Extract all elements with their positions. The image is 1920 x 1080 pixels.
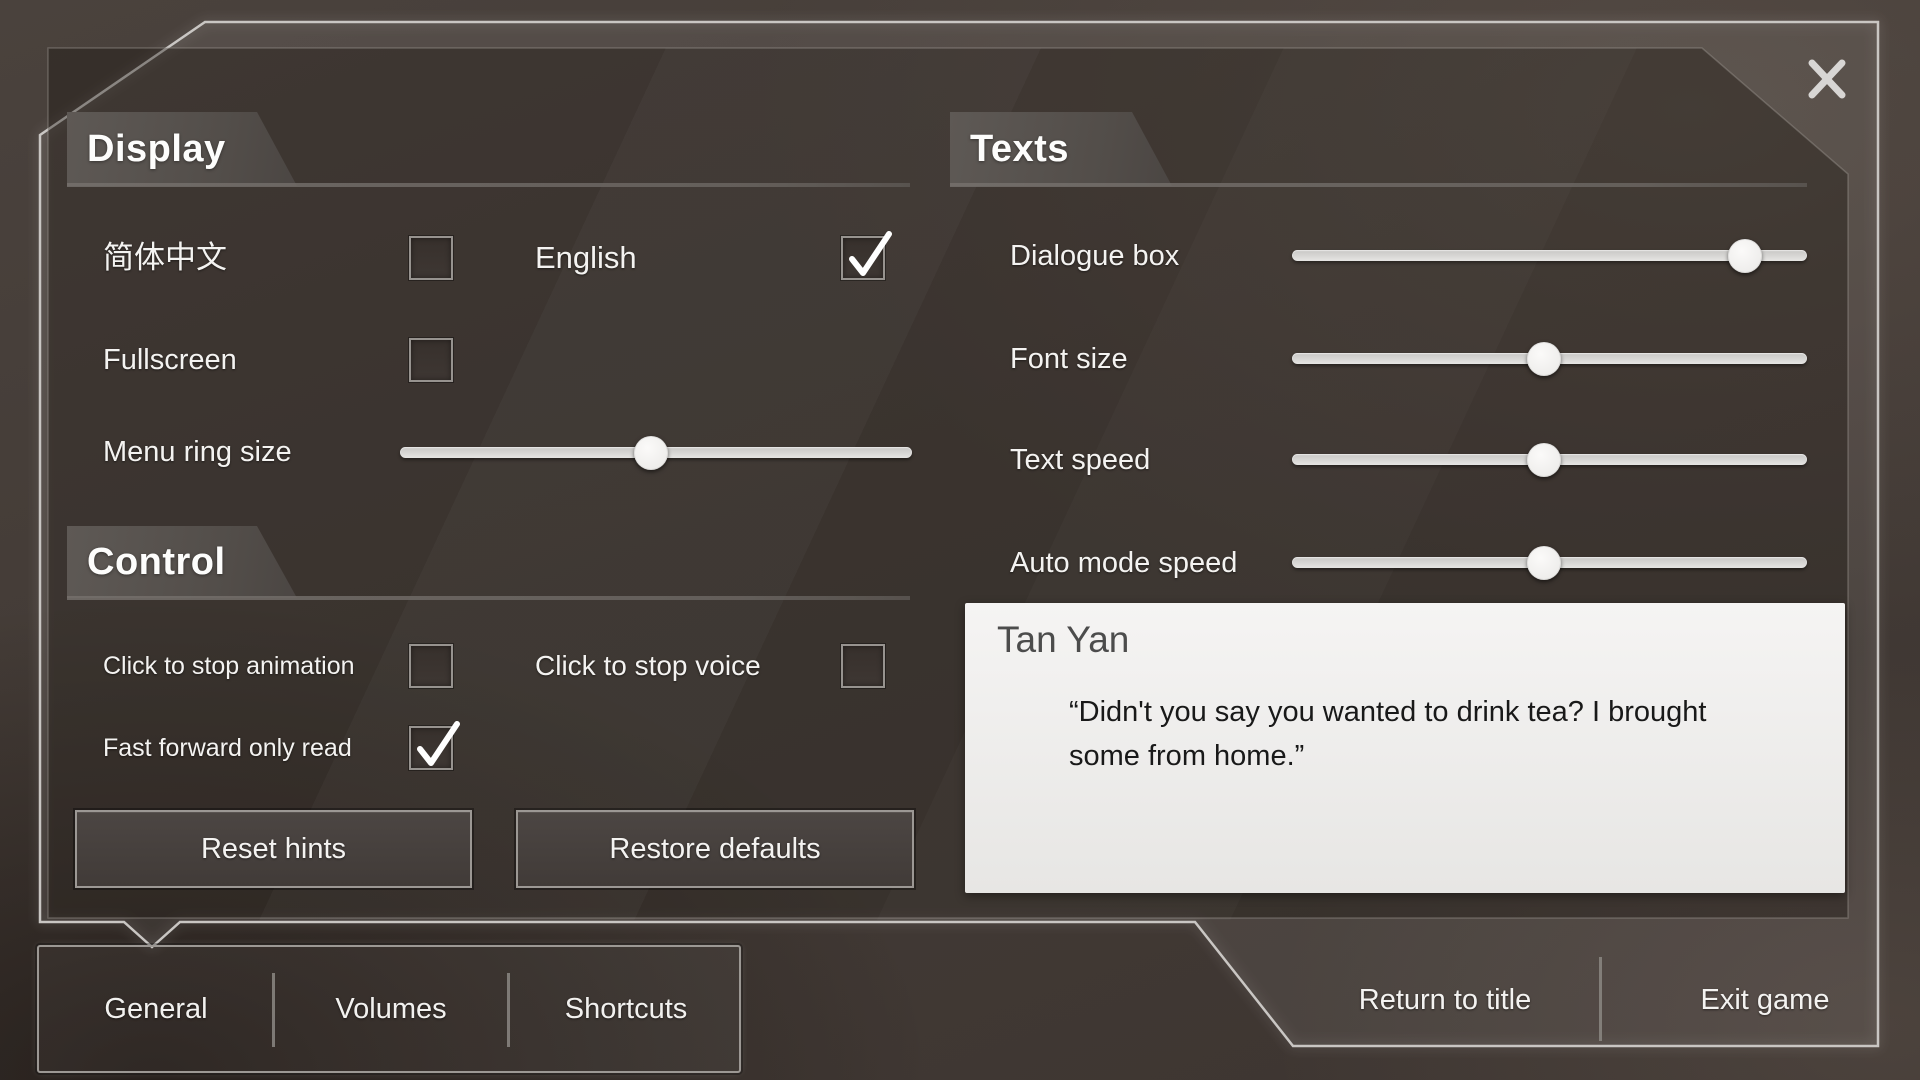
- tab-volumes[interactable]: Volumes: [274, 947, 508, 1071]
- settings-screen: Display 简体中文 English Fullscreen Menu rin…: [0, 0, 1920, 1080]
- return-to-title-button[interactable]: Return to title: [1295, 978, 1595, 1022]
- display-section-underline: [67, 183, 910, 187]
- close-icon: [1799, 52, 1855, 108]
- menu-ring-size-label: Menu ring size: [103, 430, 292, 474]
- check-icon: [843, 228, 897, 282]
- texts-section-underline: [950, 183, 1807, 187]
- dialogue-box-label: Dialogue box: [1010, 234, 1179, 278]
- settings-tab-bar: General Volumes Shortcuts: [37, 945, 741, 1073]
- fullscreen-label: Fullscreen: [103, 338, 237, 382]
- text-speed-label: Text speed: [1010, 438, 1150, 482]
- preview-dialogue-text: “Didn't you say you wanted to drink tea?…: [1069, 691, 1769, 778]
- footer-divider: [1599, 957, 1602, 1041]
- menu-ring-size-slider[interactable]: [400, 447, 912, 458]
- language-en-label: English: [535, 236, 637, 280]
- dialogue-preview-box: Tan Yan “Didn't you say you wanted to dr…: [965, 603, 1845, 893]
- font-size-slider-handle[interactable]: [1527, 342, 1561, 376]
- control-section-underline: [67, 596, 910, 600]
- text-speed-slider[interactable]: [1292, 454, 1807, 465]
- text-speed-slider-handle[interactable]: [1527, 443, 1561, 477]
- control-section-header: Control: [67, 526, 297, 598]
- stop-voice-checkbox[interactable]: [841, 644, 885, 688]
- fullscreen-checkbox[interactable]: [409, 338, 453, 382]
- restore-defaults-button[interactable]: Restore defaults: [516, 810, 914, 888]
- language-zh-label: 简体中文: [103, 236, 227, 280]
- display-section-header: Display: [67, 112, 297, 186]
- fast-forward-label: Fast forward only read: [103, 726, 352, 770]
- reset-hints-button[interactable]: Reset hints: [75, 810, 472, 888]
- language-en-checkbox[interactable]: [841, 236, 885, 280]
- stop-animation-checkbox[interactable]: [409, 644, 453, 688]
- exit-game-button[interactable]: Exit game: [1615, 978, 1915, 1022]
- auto-mode-speed-slider[interactable]: [1292, 557, 1807, 568]
- close-button[interactable]: [1799, 52, 1855, 108]
- preview-speaker-name: Tan Yan: [997, 619, 1129, 661]
- font-size-slider[interactable]: [1292, 353, 1807, 364]
- auto-mode-speed-label: Auto mode speed: [1010, 541, 1237, 585]
- auto-mode-speed-slider-handle[interactable]: [1527, 546, 1561, 580]
- fast-forward-checkbox[interactable]: [409, 726, 453, 770]
- stop-animation-label: Click to stop animation: [103, 644, 355, 688]
- tab-shortcuts[interactable]: Shortcuts: [509, 947, 743, 1071]
- dialogue-box-slider[interactable]: [1292, 250, 1807, 261]
- tab-general[interactable]: General: [39, 947, 273, 1071]
- font-size-label: Font size: [1010, 337, 1128, 381]
- language-zh-checkbox[interactable]: [409, 236, 453, 280]
- dialogue-box-slider-handle[interactable]: [1728, 239, 1762, 273]
- texts-section-header: Texts: [950, 112, 1172, 186]
- stop-voice-label: Click to stop voice: [535, 644, 761, 688]
- menu-ring-size-slider-handle[interactable]: [634, 436, 668, 470]
- check-icon: [411, 718, 465, 772]
